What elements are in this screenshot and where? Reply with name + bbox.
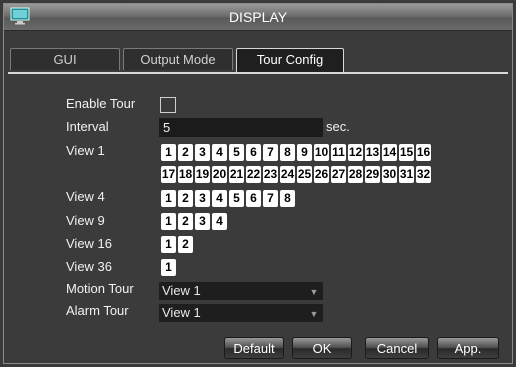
title-bar: DISPLAY xyxy=(4,4,512,31)
view1-row2-channel-9[interactable]: 25 xyxy=(297,166,312,183)
view1-channel-14[interactable]: 14 xyxy=(382,144,397,161)
chevron-down-icon[interactable]: ▼ xyxy=(307,282,321,300)
view1-row2-channel-14[interactable]: 30 xyxy=(382,166,397,183)
tab-tour-config[interactable]: Tour Config xyxy=(236,48,344,72)
view1-row2: 17 18 19 20 21 22 23 24 25 26 27 28 29 30 31 32 xyxy=(161,166,431,183)
view9-channel-2[interactable]: 2 xyxy=(178,213,193,230)
view9-channel-4[interactable]: 4 xyxy=(212,213,227,230)
view9-channels: 1234 xyxy=(161,213,227,230)
view1-row1: 1 2 3 4 5 6 7 8 9 10 11 12 13 14 15 16 xyxy=(161,144,431,161)
alarm-tour-value: View 1 xyxy=(162,305,201,320)
view1-channel-3[interactable]: 3 xyxy=(195,144,210,161)
alarm-tour-label: Alarm Tour xyxy=(66,303,129,318)
interval-unit: sec. xyxy=(326,119,350,134)
view16-channels: 12 xyxy=(161,236,193,253)
view4-channel-3[interactable]: 3 xyxy=(195,190,210,207)
view1-channel-10[interactable]: 10 xyxy=(314,144,329,161)
view4-channel-2[interactable]: 2 xyxy=(178,190,193,207)
view1-channel-4[interactable]: 4 xyxy=(212,144,227,161)
apply-button[interactable]: App. xyxy=(437,337,499,359)
view1-channel-12[interactable]: 12 xyxy=(348,144,363,161)
view1-row2-channel-16[interactable]: 32 xyxy=(416,166,431,183)
tab-output-mode[interactable]: Output Mode xyxy=(123,48,233,70)
view1-row2-channel-2[interactable]: 18 xyxy=(178,166,193,183)
view4-label: View 4 xyxy=(66,189,105,204)
view1-row2-channel-10[interactable]: 26 xyxy=(314,166,329,183)
view1-row2-channel-3[interactable]: 19 xyxy=(195,166,210,183)
view1-row2-channel-15[interactable]: 31 xyxy=(399,166,414,183)
motion-tour-label: Motion Tour xyxy=(66,281,134,296)
chevron-down-icon[interactable]: ▼ xyxy=(307,304,321,322)
view1-row2-channel-13[interactable]: 29 xyxy=(365,166,380,183)
view1-channel-6[interactable]: 6 xyxy=(246,144,261,161)
view16-channel-1[interactable]: 1 xyxy=(161,236,176,253)
tab-bar: GUI Output Mode Tour Config xyxy=(8,48,508,74)
ok-button[interactable]: OK xyxy=(292,337,352,359)
view1-channel-13[interactable]: 13 xyxy=(365,144,380,161)
view4-channel-4[interactable]: 4 xyxy=(212,190,227,207)
view1-channel-7[interactable]: 7 xyxy=(263,144,278,161)
view4-channel-1[interactable]: 1 xyxy=(161,190,176,207)
view9-channel-3[interactable]: 3 xyxy=(195,213,210,230)
tab-gui[interactable]: GUI xyxy=(10,48,120,70)
view1-row2-channel-7[interactable]: 23 xyxy=(263,166,278,183)
view1-row2-channel-6[interactable]: 22 xyxy=(246,166,261,183)
view1-row2-channel-8[interactable]: 24 xyxy=(280,166,295,183)
motion-tour-value: View 1 xyxy=(162,283,201,298)
view1-channel-15[interactable]: 15 xyxy=(399,144,414,161)
enable-tour-checkbox[interactable] xyxy=(160,97,176,113)
view36-label: View 36 xyxy=(66,259,113,274)
view9-channel-1[interactable]: 1 xyxy=(161,213,176,230)
window-title: DISPLAY xyxy=(228,9,288,25)
view1-row2-channel-5[interactable]: 21 xyxy=(229,166,244,183)
view1-channel-8[interactable]: 8 xyxy=(280,144,295,161)
view36-channel-1[interactable]: 1 xyxy=(161,259,176,276)
view9-label: View 9 xyxy=(66,213,105,228)
view4-channel-6[interactable]: 6 xyxy=(246,190,261,207)
view1-row2-channel-4[interactable]: 20 xyxy=(212,166,227,183)
view1-row2-channel-11[interactable]: 27 xyxy=(331,166,346,183)
view16-channel-2[interactable]: 2 xyxy=(178,236,193,253)
view36-channels: 1 xyxy=(161,259,176,276)
view1-channel-5[interactable]: 5 xyxy=(229,144,244,161)
display-window: DISPLAY GUI Output Mode Tour Config Enab… xyxy=(3,3,513,364)
enable-tour-label: Enable Tour xyxy=(66,96,136,111)
view1-row2-channel-1[interactable]: 17 xyxy=(161,166,176,183)
default-button[interactable]: Default xyxy=(224,337,284,359)
view4-channel-7[interactable]: 7 xyxy=(263,190,278,207)
alarm-tour-select[interactable]: View 1 ▼ xyxy=(159,304,323,322)
view1-channel-2[interactable]: 2 xyxy=(178,144,193,161)
motion-tour-select[interactable]: View 1 ▼ xyxy=(159,282,323,300)
cancel-button[interactable]: Cancel xyxy=(365,337,429,359)
view1-channel-9[interactable]: 9 xyxy=(297,144,312,161)
view1-row2-channel-12[interactable]: 28 xyxy=(348,166,363,183)
view1-channel-16[interactable]: 16 xyxy=(416,144,431,161)
view1-label: View 1 xyxy=(66,143,105,158)
view1-channel-11[interactable]: 11 xyxy=(331,144,346,161)
view4-channels: 12345678 xyxy=(161,190,295,207)
view1-channel-1[interactable]: 1 xyxy=(161,144,176,161)
interval-input[interactable]: 5 xyxy=(159,118,323,137)
view16-label: View 16 xyxy=(66,236,113,251)
interval-label: Interval xyxy=(66,119,109,134)
view4-channel-8[interactable]: 8 xyxy=(280,190,295,207)
view4-channel-5[interactable]: 5 xyxy=(229,190,244,207)
